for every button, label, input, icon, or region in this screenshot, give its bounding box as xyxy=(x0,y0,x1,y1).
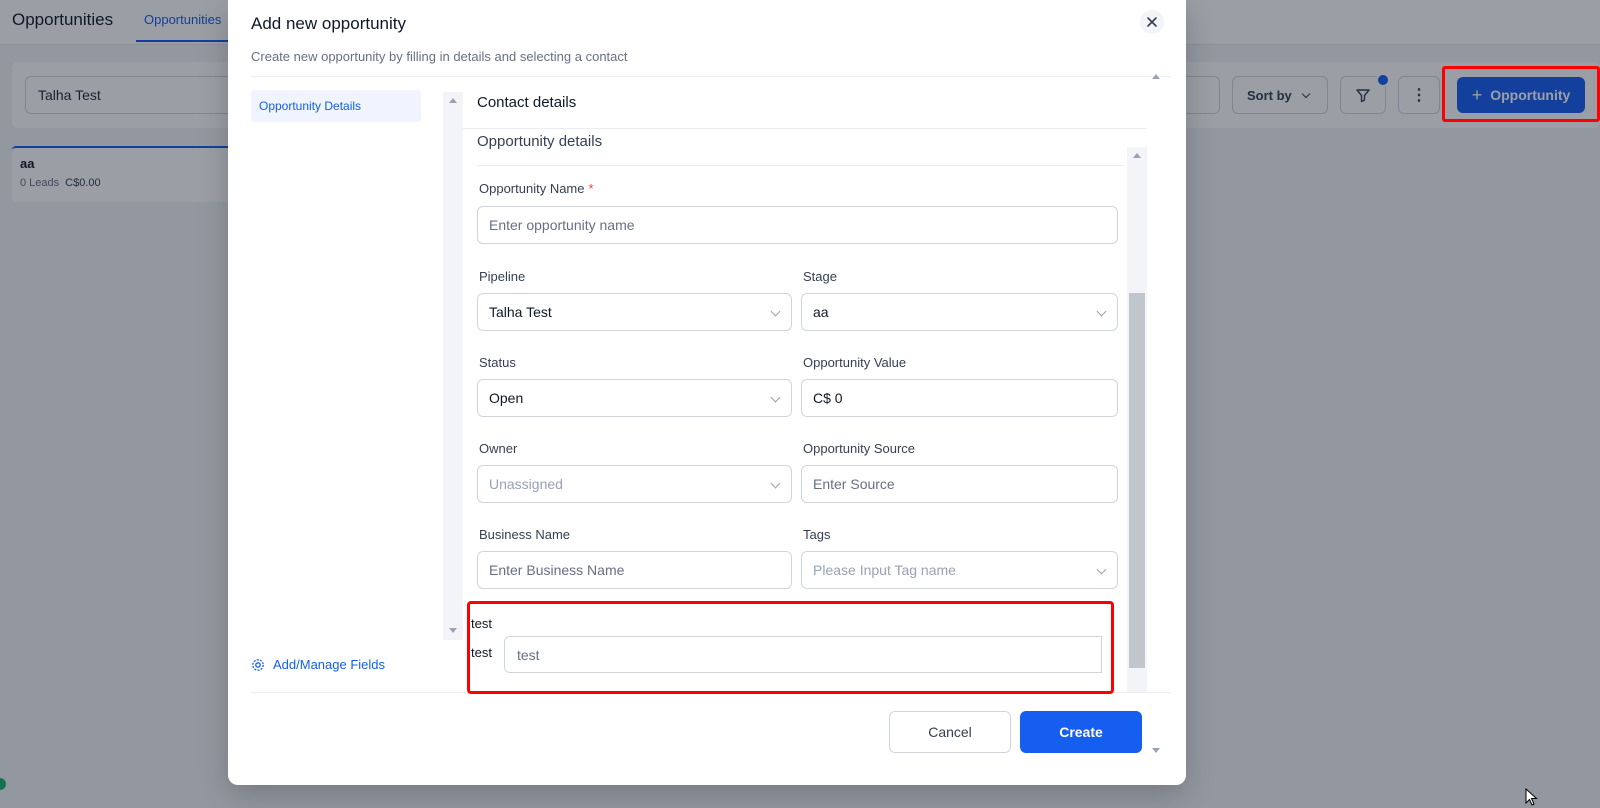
section-divider xyxy=(477,165,1124,166)
add-manage-fields-link[interactable]: Add/Manage Fields xyxy=(251,657,385,672)
tags-label: Tags xyxy=(803,527,831,542)
owner-label: Owner xyxy=(479,441,518,456)
chevron-down-icon xyxy=(770,478,781,489)
scroll-down-icon[interactable] xyxy=(449,628,457,633)
scroll-down-icon[interactable] xyxy=(1152,748,1160,753)
sidebar-scrollbar[interactable] xyxy=(443,92,463,640)
form-scrollbar-thumb[interactable] xyxy=(1129,293,1145,668)
highlight-box-add-opportunity xyxy=(1442,66,1600,122)
tags-placeholder: Please Input Tag name xyxy=(813,562,956,578)
business-name-label: Business Name xyxy=(479,527,571,542)
required-mark: * xyxy=(588,181,594,196)
modal-title: Add new opportunity xyxy=(251,14,406,33)
opportunity-source-label: Opportunity Source xyxy=(803,441,916,456)
mouse-cursor-icon xyxy=(1525,788,1538,806)
chevron-down-icon xyxy=(770,306,781,317)
pipeline-label: Pipeline xyxy=(479,269,526,284)
opportunity-value-input[interactable]: C$ 0 xyxy=(801,379,1118,417)
gear-icon xyxy=(252,658,264,671)
opportunity-name-label: Opportunity Name * xyxy=(479,181,594,196)
opportunity-value-label: Opportunity Value xyxy=(803,355,907,370)
owner-placeholder: Unassigned xyxy=(489,476,563,492)
pipeline-value: Talha Test xyxy=(489,304,552,320)
stage-dropdown[interactable]: aa xyxy=(801,293,1118,331)
form-content: Contact details Opportunity details Oppo… xyxy=(463,77,1147,692)
cancel-button[interactable]: Cancel xyxy=(889,711,1011,753)
scroll-up-icon[interactable] xyxy=(1152,74,1160,79)
status-value: Open xyxy=(489,390,524,406)
status-dropdown[interactable]: Open xyxy=(477,379,792,417)
owner-dropdown[interactable]: Unassigned xyxy=(477,465,792,503)
modal-subtitle: Create new opportunity by filling in det… xyxy=(251,49,628,64)
sidebar-item-opportunity-details[interactable]: Opportunity Details xyxy=(251,90,421,122)
close-button[interactable] xyxy=(1140,10,1164,34)
pipeline-dropdown[interactable]: Talha Test xyxy=(477,293,792,331)
chevron-down-icon xyxy=(770,392,781,403)
scroll-up-icon[interactable] xyxy=(1133,153,1141,158)
tags-select[interactable]: Please Input Tag name xyxy=(801,551,1118,589)
highlight-box-custom-field xyxy=(467,601,1114,694)
status-label: Status xyxy=(479,355,516,370)
chevron-down-icon xyxy=(1096,564,1107,575)
opportunity-details-heading: Opportunity details xyxy=(477,133,603,150)
opportunity-name-input[interactable]: Enter opportunity name xyxy=(477,206,1118,244)
modal-scrollbar[interactable] xyxy=(1146,70,1166,758)
close-icon xyxy=(1147,17,1157,27)
business-name-input[interactable]: Enter Business Name xyxy=(477,551,792,589)
add-manage-fields-label: Add/Manage Fields xyxy=(273,657,386,672)
scroll-up-icon[interactable] xyxy=(449,98,457,103)
stage-value: aa xyxy=(813,304,829,320)
stage-label: Stage xyxy=(803,269,837,284)
create-button[interactable]: Create xyxy=(1020,711,1142,753)
chevron-down-icon xyxy=(1096,306,1107,317)
opportunity-source-input[interactable]: Enter Source xyxy=(801,465,1118,503)
opportunity-name-label-text: Opportunity Name xyxy=(479,181,585,196)
contact-details-heading[interactable]: Contact details xyxy=(463,77,1147,129)
